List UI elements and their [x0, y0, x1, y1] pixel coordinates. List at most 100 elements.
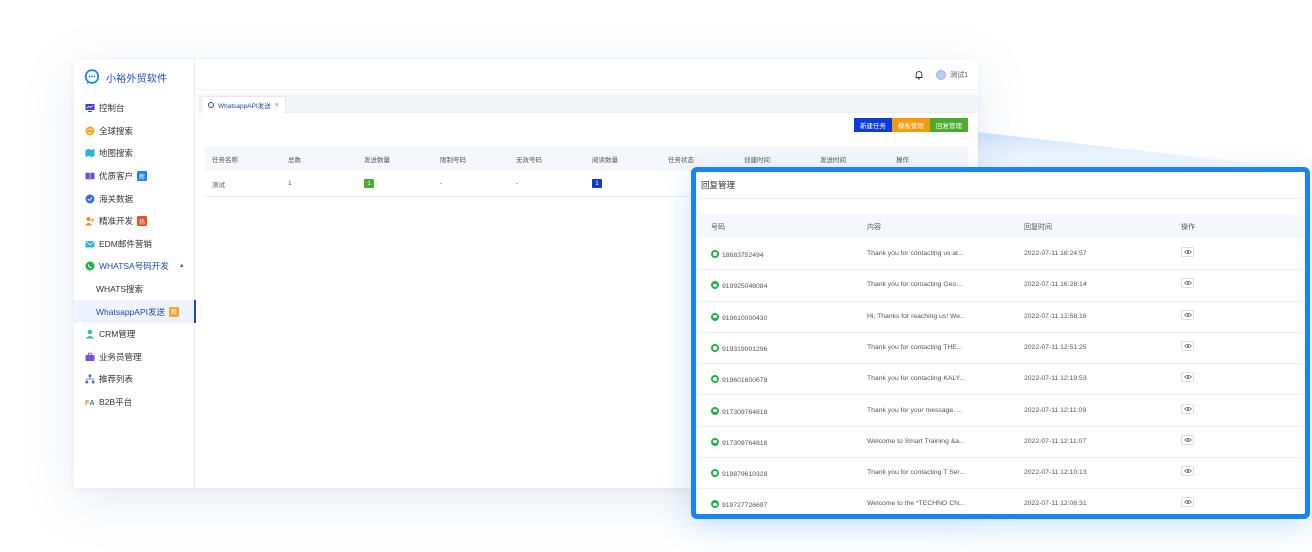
sidebar-item-customs-data[interactable]: 海关数据 [74, 187, 195, 210]
view-button[interactable] [1181, 309, 1194, 320]
sidebar-item-recommend[interactable]: 推荐列表 [74, 368, 195, 391]
action-buttons: 新建任务 模板管理 回复管理 [854, 118, 968, 132]
sidebar-item-whats-search[interactable]: WHATS搜索 [74, 278, 195, 301]
sidebar-item-dashboard[interactable]: 控制台 [74, 97, 195, 120]
chevron-up-icon: ▲ [178, 263, 185, 270]
column-header: 号码 [711, 224, 725, 231]
phone-number: 917309764818 [722, 408, 768, 416]
shield-icon [85, 194, 95, 204]
table-row[interactable]: 919879610328 Thank you for contacting T S… [696, 458, 1305, 490]
fa-icon: FA [85, 397, 95, 407]
eye-icon [1183, 280, 1192, 286]
sidebar-item-label: WHATSA号码开发 [99, 261, 169, 272]
eye-icon [1183, 437, 1192, 443]
monitor-icon [85, 103, 95, 113]
tab-whatsapp-api-send[interactable]: WhatsappAPI发送 × [201, 96, 286, 113]
column-header: 无效号码 [516, 156, 542, 164]
logo[interactable]: 小裕外贸软件 [84, 67, 167, 87]
phone-number-cell: 919925048084 [711, 281, 767, 290]
view-button[interactable] [1181, 278, 1194, 289]
logo-text: 小裕外贸软件 [106, 73, 168, 85]
tree-icon [85, 374, 95, 384]
view-button[interactable] [1181, 466, 1194, 477]
phone-number: 919727726697 [722, 502, 768, 510]
hot-badge: 热 [137, 216, 148, 227]
new-task-button[interactable]: 新建任务 [854, 118, 892, 132]
stage: 小裕外贸软件 控制台 全球搜索 地图搜索 优质客户 新 海关数据 精准开发 热 … [0, 0, 1312, 552]
whatsapp-icon [711, 406, 719, 415]
table-row[interactable]: 919727726697 Welcome to the *TECHNO CN...… [696, 489, 1305, 514]
sidebar-item-label: 海关数据 [99, 193, 134, 204]
close-icon[interactable]: × [275, 102, 279, 109]
sidebar-item-label: WHATS搜索 [96, 284, 144, 295]
avatar[interactable] [936, 69, 947, 80]
reply-manage-button[interactable]: 回复管理 [930, 118, 968, 132]
sidebar-item-edm[interactable]: EDM邮件营销 [74, 233, 195, 256]
column-header: 创建时间 [744, 156, 770, 164]
view-button[interactable] [1181, 372, 1194, 383]
tabs-bar: WhatsappAPI发送 × [198, 94, 978, 113]
phone-number: 919610000430 [722, 314, 768, 322]
table-row[interactable]: 18683752494 Thank you for contacting us a… [696, 239, 1305, 271]
sidebar-item-whatsapp-dev[interactable]: WHATSA号码开发 ▲ [74, 255, 195, 278]
whatsapp-icon [711, 250, 719, 258]
book-icon [85, 171, 95, 181]
phone-number-cell: 917309764818 [711, 406, 768, 416]
sidebar-item-label: 地图搜索 [99, 148, 134, 159]
user-name[interactable]: 测试1 [950, 70, 968, 80]
phone-number: 919879610328 [722, 471, 768, 479]
phone-number: 917309764818 [722, 439, 768, 447]
sidebar-item-global-search[interactable]: 全球搜索 [74, 120, 195, 143]
sidebar-item-quality-customers[interactable]: 优质客户 新 [74, 165, 195, 188]
sidebar-item-salesperson[interactable]: 业务员管理 [74, 346, 195, 369]
reply-content: Hi, Thanks for reaching us! We... [867, 312, 966, 320]
task-total: 1 [288, 180, 292, 187]
table-row[interactable]: 919319001296 Thank you for contacting THE… [696, 333, 1305, 365]
table-row[interactable]: 919601600678 Thank you for contacting KAL… [696, 364, 1305, 396]
sidebar-item-label: 全球搜索 [99, 125, 134, 136]
chat-bubble-icon [84, 69, 100, 84]
table-row[interactable]: 919925048084 Thank you for contacting Geo… [696, 270, 1305, 302]
view-button[interactable] [1181, 403, 1194, 414]
view-button[interactable] [1181, 340, 1194, 351]
sidebar-item-label: 控制台 [99, 103, 125, 114]
reply-time: 2022-07-11 12:51:25 [1024, 343, 1087, 351]
whatsapp-icon [711, 469, 719, 478]
table-row[interactable]: 917309764818 Welcome to Smart Training &a… [696, 427, 1305, 459]
whatsapp-icon [711, 500, 719, 509]
whatsapp-icon [711, 343, 719, 352]
reply-time: 2022-07-11 12:10:13 [1024, 469, 1087, 477]
reply-management-panel: 回复管理 号码 内容 回复时间 操作 18683752494 Thank you … [691, 167, 1310, 519]
reply-time: 2022-07-11 12:58:16 [1024, 312, 1087, 320]
topbar: 测试1 [195, 60, 978, 90]
template-manage-button[interactable]: 模板管理 [892, 118, 930, 132]
reply-content: Thank you for contacting Geo... [867, 281, 962, 289]
phone-number-cell: 919879610328 [711, 469, 767, 478]
sidebar-item-label: 优质客户 [99, 171, 134, 182]
panel-title: 回复管理 [696, 172, 1305, 199]
sidebar-item-whatsapp-api-send[interactable]: WhatsappAPI发送 新 [74, 300, 196, 323]
sidebar-item-label: 推荐列表 [99, 374, 134, 385]
phone-number-cell: 919727726697 [711, 500, 767, 509]
bell-icon[interactable] [914, 70, 924, 80]
reply-content: Thank you for contacting us at... [867, 250, 964, 257]
reply-time: 2022-07-11 12:11:07 [1024, 437, 1087, 445]
view-button[interactable] [1181, 247, 1194, 257]
view-button[interactable] [1181, 497, 1194, 508]
sidebar-item-b2b[interactable]: FA B2B平台 [74, 391, 195, 414]
people-icon [85, 216, 95, 226]
sidebar-item-crm[interactable]: CRM管理 [74, 323, 195, 346]
reply-content: Welcome to the *TECHNO CN... [867, 500, 965, 508]
column-header: 操作 [896, 156, 909, 164]
globe-icon [85, 126, 95, 136]
eye-icon [1183, 343, 1192, 349]
reply-time: 2022-07-11 12:19:53 [1024, 375, 1087, 383]
table-row[interactable]: 917309764818 Thank you for your message. … [696, 396, 1305, 427]
sidebar-item-precision-dev[interactable]: 精准开发 热 [74, 210, 195, 233]
table-row[interactable]: 919610000430 Hi, Thanks for reaching us! … [696, 302, 1305, 333]
reply-content: Welcome to Smart Training &a... [867, 437, 965, 445]
sidebar-item-map-search[interactable]: 地图搜索 [74, 142, 195, 165]
column-header: 任务状态 [668, 156, 694, 164]
view-button[interactable] [1181, 434, 1194, 445]
new-badge: 新 [137, 171, 148, 182]
